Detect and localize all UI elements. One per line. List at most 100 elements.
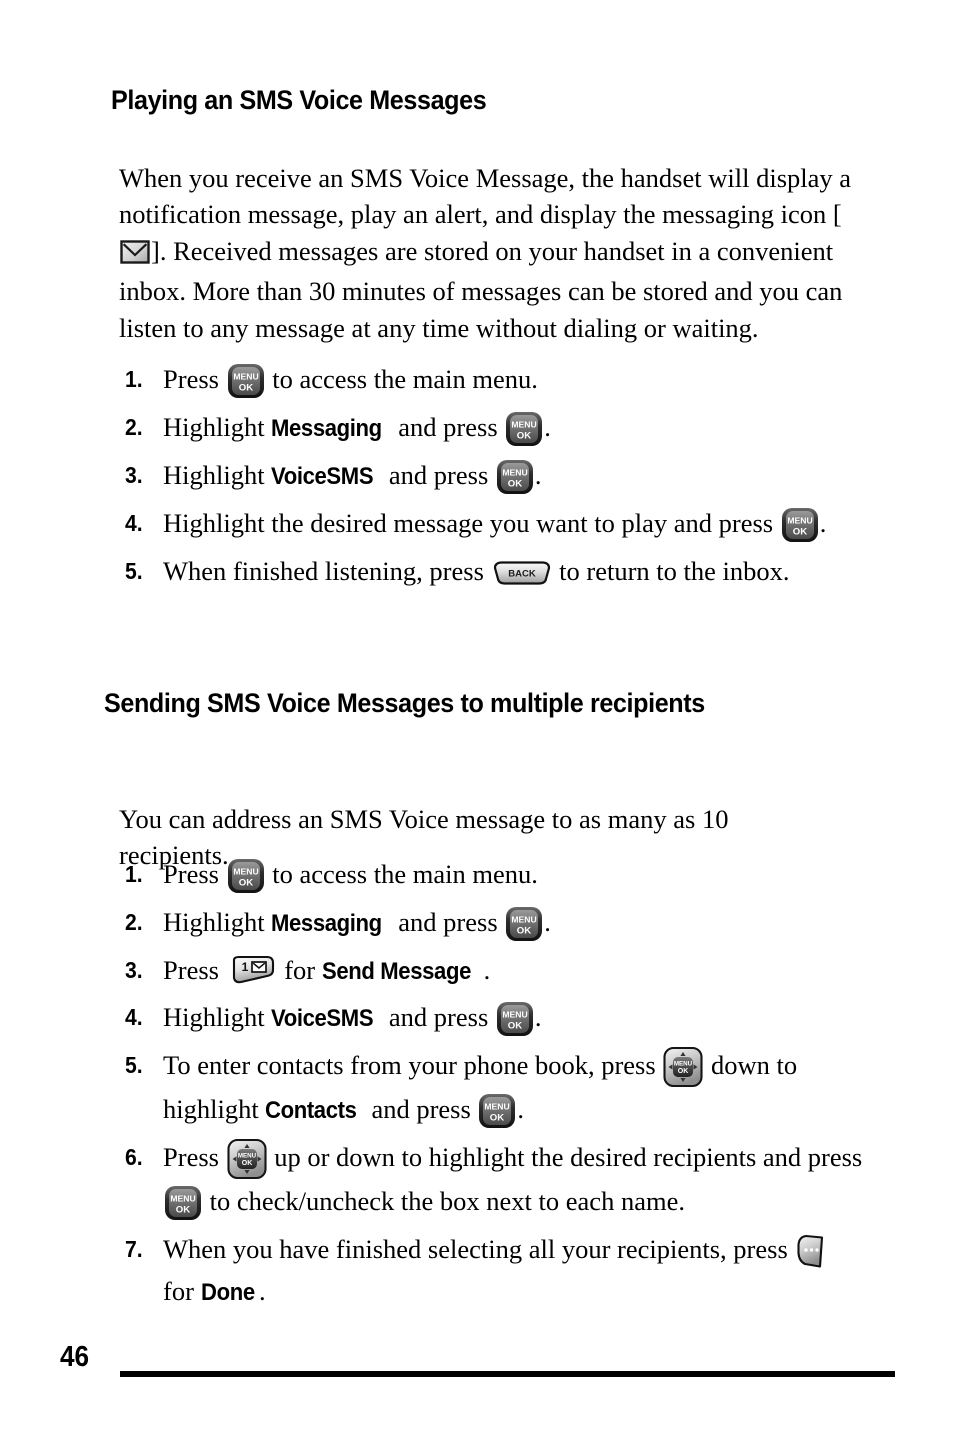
svg-text:MENU: MENU xyxy=(485,1102,510,1112)
step-text-post: . xyxy=(534,1002,542,1033)
step-number: 5. xyxy=(125,1052,143,1079)
list-item: 1. Press MENU OK to access the main menu… xyxy=(125,855,865,896)
step-number: 5. xyxy=(125,557,143,584)
step-text: Highlight Messaging and press MENU OK . xyxy=(163,906,551,941)
step-text-mid2: and press xyxy=(364,1094,478,1125)
step-text-pre: Highlight xyxy=(163,459,272,490)
step-text-post: to check/uncheck the box next to each na… xyxy=(203,1186,685,1217)
menu-ok-key-icon: MENU OK xyxy=(495,1000,535,1038)
step-text-post: . xyxy=(544,411,551,442)
step-text: Highlight the desired message you want t… xyxy=(163,507,827,542)
step-text-mid: for xyxy=(277,954,322,985)
keyword-send-message: Send Message xyxy=(321,957,471,985)
svg-text:MENU: MENU xyxy=(170,1194,195,1204)
step-text-mid: up or down to highlight the desired reci… xyxy=(267,1142,863,1173)
svg-text:OK: OK xyxy=(176,1205,190,1216)
step-number: 3. xyxy=(125,461,143,488)
list-item: 7. When you have finished selecting all … xyxy=(125,1230,865,1312)
list-item: 2. Highlight Messaging and press MENU OK… xyxy=(125,903,865,944)
svg-text:MENU: MENU xyxy=(237,1153,256,1160)
keyword-done: Done xyxy=(200,1279,255,1307)
one-message-key-icon: 1 xyxy=(226,954,278,990)
list-item: 4. Highlight the desired message you wan… xyxy=(125,504,865,545)
keyword-voicesms: VoiceSMS xyxy=(271,1005,374,1033)
step-text-mid: and press xyxy=(382,459,495,490)
step-text-pre: Press xyxy=(163,954,226,985)
back-key-icon: BACK xyxy=(491,558,553,588)
step-text-pre: Highlight xyxy=(163,1002,272,1033)
step-text: Press MENU OK to access the main menu. xyxy=(163,363,538,398)
menu-ok-key-icon: MENU OK xyxy=(504,410,544,448)
step-text-post: . xyxy=(544,906,551,937)
step-text: When finished listening, press BACK to r… xyxy=(163,556,790,586)
svg-text:OK: OK xyxy=(508,478,522,489)
svg-text:OK: OK xyxy=(678,1068,689,1075)
svg-text:OK: OK xyxy=(517,925,531,936)
svg-text:1: 1 xyxy=(241,960,248,974)
svg-text:MENU: MENU xyxy=(233,371,258,381)
svg-text:MENU: MENU xyxy=(512,419,537,429)
menu-ok-key-icon: MENU OK xyxy=(163,1184,203,1222)
keyword-messaging: Messaging xyxy=(271,414,383,442)
nav-pad-key-icon: MENU OK xyxy=(226,1137,268,1181)
svg-text:MENU: MENU xyxy=(512,914,537,924)
steps-list-sending: 1. Press MENU OK to access the main menu… xyxy=(125,855,865,1320)
step-text-pre: Highlight the desired message you want t… xyxy=(163,507,780,538)
intro-paragraph-1: When you receive an SMS Voice Message, t… xyxy=(119,160,864,347)
section-heading-sending: Sending SMS Voice Messages to multiple r… xyxy=(104,688,705,718)
step-text-pre: Press xyxy=(163,364,226,394)
svg-text:OK: OK xyxy=(793,526,807,537)
step-text-post: . xyxy=(258,1276,266,1307)
keyword-contacts: Contacts xyxy=(265,1097,357,1125)
step-text-mid: and press xyxy=(391,411,505,442)
step-number: 2. xyxy=(125,908,143,935)
svg-text:OK: OK xyxy=(517,430,531,441)
step-text-mid: and press xyxy=(391,906,505,937)
step-number: 4. xyxy=(125,509,143,536)
svg-text:MENU: MENU xyxy=(233,866,258,876)
step-text: Highlight Messaging and press MENU OK . xyxy=(163,411,551,446)
page-number: 46 xyxy=(60,1341,90,1373)
step-text: When you have finished selecting all you… xyxy=(163,1234,834,1306)
list-item: 6. Press MENU OK up or down to highlight… xyxy=(125,1138,865,1223)
menu-ok-key-icon: MENU OK xyxy=(780,506,820,544)
step-text-pre: Highlight xyxy=(163,411,272,442)
step-text-mid: for xyxy=(163,1276,201,1307)
svg-text:MENU: MENU xyxy=(787,515,812,525)
step-text-pre: When finished listening, press xyxy=(163,555,491,586)
intro-text-part-2: ]. Received messages are stored on your … xyxy=(119,235,843,343)
step-text: Highlight VoiceSMS and press MENU OK . xyxy=(163,459,542,494)
step-text: To enter contacts from your phone book, … xyxy=(163,1047,797,1129)
page-footer: 46 xyxy=(0,1341,954,1401)
page-title: Playing an SMS Voice Messages xyxy=(111,85,487,115)
step-text-pre: Press xyxy=(163,859,226,889)
menu-ok-key-icon: MENU OK xyxy=(477,1092,517,1130)
keyword-messaging: Messaging xyxy=(271,909,383,937)
step-text: Highlight VoiceSMS and press MENU OK . xyxy=(163,1002,542,1037)
step-number: 4. xyxy=(125,1004,143,1031)
steps-list-playing: 1. Press MENU OK to access the main menu… xyxy=(125,360,865,597)
svg-text:OK: OK xyxy=(241,1160,252,1167)
step-text-post: to return to the inbox. xyxy=(552,555,790,586)
step-text: Press MENU OK to access the main menu. xyxy=(163,858,538,893)
svg-text:OK: OK xyxy=(490,1113,504,1124)
list-item: 5. To enter contacts from your phone boo… xyxy=(125,1046,865,1131)
svg-text:BACK: BACK xyxy=(508,568,536,579)
step-number: 1. xyxy=(125,861,143,887)
step-text: Press MENU OK up or down to highlight th… xyxy=(163,1139,863,1221)
list-item: 5. When finished listening, press BACK t… xyxy=(125,552,865,591)
step-text-post: . xyxy=(819,507,827,538)
step-text-post: . xyxy=(483,954,491,985)
svg-text:OK: OK xyxy=(508,1021,522,1032)
step-text-pre: Highlight xyxy=(163,906,272,937)
svg-text:MENU: MENU xyxy=(502,1010,527,1020)
step-text-pre: To enter contacts from your phone book, … xyxy=(163,1050,663,1081)
step-text-post: to access the main menu. xyxy=(265,859,538,889)
list-item: 3. Highlight VoiceSMS and press MENU OK … xyxy=(125,456,865,497)
step-number: 6. xyxy=(125,1144,143,1171)
step-number: 3. xyxy=(125,956,143,983)
svg-text:OK: OK xyxy=(238,877,252,888)
svg-text:MENU: MENU xyxy=(674,1061,693,1068)
list-item: 4. Highlight VoiceSMS and press MENU OK … xyxy=(125,998,865,1039)
step-number: 2. xyxy=(125,413,143,440)
